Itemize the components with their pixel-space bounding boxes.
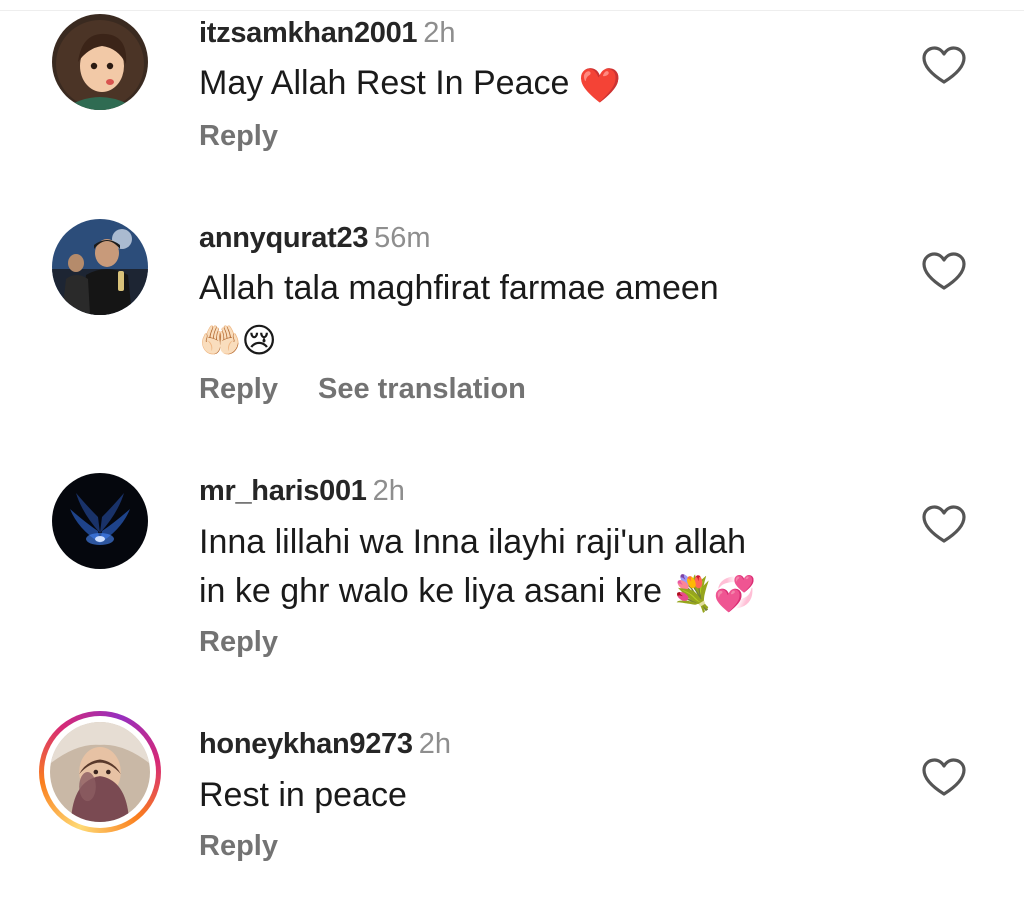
like-heart-icon[interactable] xyxy=(922,758,966,798)
comment-text-line: Inna lillahi wa Inna ilayhi raji'un alla… xyxy=(199,523,747,561)
reply-button[interactable]: Reply xyxy=(199,626,278,658)
reply-button[interactable]: Reply xyxy=(199,830,278,862)
woman-with-scarf-avatar-image xyxy=(50,722,150,822)
comment-text: Allah tala maghfirat farmae ameen xyxy=(199,262,719,314)
dark-blue-wings-avatar-image xyxy=(52,473,148,569)
username[interactable]: annyqurat23 xyxy=(199,222,368,254)
comment-meta: mr_haris001 2h xyxy=(199,474,405,508)
comment-actions: Reply xyxy=(199,119,278,153)
comment-text-line: Rest in peace xyxy=(199,776,407,814)
comment-emoji-line: 🤲🏻😢 xyxy=(199,312,277,367)
reply-button[interactable]: Reply xyxy=(199,120,278,152)
see-translation-button[interactable]: See translation xyxy=(318,373,526,405)
story-ring[interactable] xyxy=(39,711,161,833)
timestamp: 2h xyxy=(423,17,456,49)
comment-text: in ke ghr walo ke liya asani kre 💐💞 xyxy=(199,565,756,620)
comment-text: Inna lillahi wa Inna ilayhi raji'un alla… xyxy=(199,516,746,568)
timestamp: 2h xyxy=(372,475,405,507)
reply-button[interactable]: Reply xyxy=(199,373,278,405)
cartoon-girl-avatar-image xyxy=(52,14,148,110)
comment-text: May Allah Rest In Peace ❤️ xyxy=(199,57,621,112)
comment-meta: honeykhan9273 2h xyxy=(199,727,451,761)
bouquet-and-hearts-icons: 💐💞 xyxy=(671,574,757,614)
like-heart-icon[interactable] xyxy=(922,505,966,545)
comment-actions: Reply xyxy=(199,625,278,659)
comment-actions: Reply See translation xyxy=(199,372,526,406)
username[interactable]: honeykhan9273 xyxy=(199,728,413,760)
username[interactable]: itzsamkhan2001 xyxy=(199,17,418,49)
comment-text-line: May Allah Rest In Peace xyxy=(199,64,570,102)
username[interactable]: mr_haris001 xyxy=(199,475,367,507)
like-heart-icon[interactable] xyxy=(922,252,966,292)
palms-up-and-crying-face-icons: 🤲🏻😢 xyxy=(199,321,277,361)
like-heart-icon[interactable] xyxy=(922,46,966,86)
red-heart-icon: ❤️ xyxy=(578,66,622,106)
timestamp: 2h xyxy=(418,728,451,760)
timestamp: 56m xyxy=(374,222,431,254)
comment-text-line: Allah tala maghfirat farmae ameen xyxy=(199,269,719,307)
comment-actions: Reply xyxy=(199,829,278,863)
avatar[interactable] xyxy=(52,473,148,569)
avatar xyxy=(50,722,150,822)
comment-text: Rest in peace xyxy=(199,769,407,821)
comment-meta: annyqurat23 56m xyxy=(199,221,431,255)
comment-meta: itzsamkhan2001 2h xyxy=(199,16,456,50)
avatar[interactable] xyxy=(52,14,148,110)
avatar[interactable] xyxy=(52,219,148,315)
comment-text-line: in ke ghr walo ke liya asani kre xyxy=(199,572,663,610)
top-divider xyxy=(0,0,1024,11)
man-with-microphone-avatar-image xyxy=(52,219,148,315)
